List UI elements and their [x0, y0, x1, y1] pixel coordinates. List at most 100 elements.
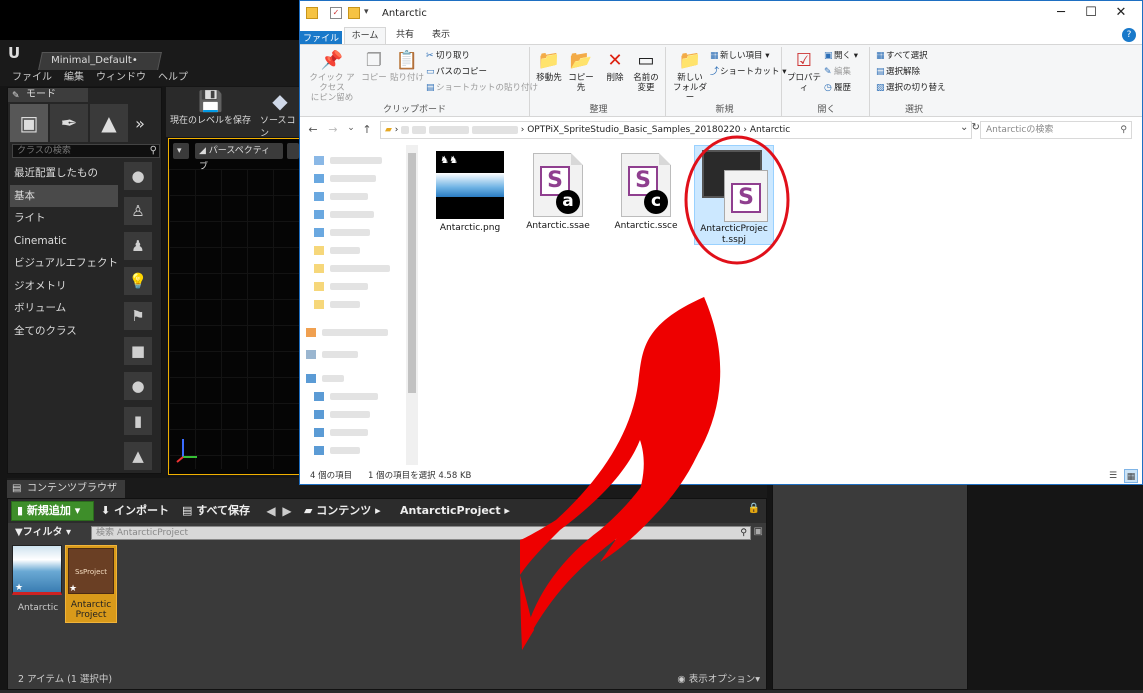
- maximize-icon[interactable]: ☐: [1076, 5, 1106, 20]
- new-folder-button[interactable]: 📁 新しい フォルダー: [672, 49, 708, 103]
- modes-tab[interactable]: ✎ モード: [8, 88, 88, 102]
- cone-icon[interactable]: ▲: [124, 442, 152, 470]
- tab-home[interactable]: ホーム: [344, 27, 386, 44]
- properties-quick-icon[interactable]: ✓: [330, 7, 342, 19]
- source-control-button[interactable]: ◆ ソースコン: [260, 89, 300, 139]
- delete-button[interactable]: ✕ 削除: [602, 49, 628, 83]
- easy-access-button[interactable]: ⤴ショートカット ▾: [710, 67, 786, 78]
- menu-edit[interactable]: 編集: [64, 70, 84, 86]
- recent-locations-chevron-icon[interactable]: ⌄: [344, 123, 358, 133]
- back-arrow-icon[interactable]: ◀: [264, 501, 278, 521]
- new-folder-quick-icon[interactable]: [348, 7, 360, 19]
- file-item-antarctic-ssae[interactable]: S a Antarctic.ssae: [518, 149, 598, 232]
- quick-access-dropdown-icon[interactable]: ▾: [364, 7, 374, 19]
- open-button[interactable]: ▣開く ▾: [824, 51, 858, 62]
- category-visual-effects[interactable]: ビジュアルエフェクト: [10, 252, 118, 275]
- address-dropdown-icon[interactable]: ⌄ ↻: [960, 122, 980, 133]
- character-icon[interactable]: ♙: [124, 197, 152, 225]
- view-mode-button[interactable]: [287, 143, 299, 159]
- nav-scrollbar-thumb[interactable]: [408, 153, 416, 393]
- properties-button[interactable]: ☑ プロパティ: [786, 49, 822, 93]
- more-modes-chevron-icon[interactable]: »: [130, 104, 150, 142]
- tab-share[interactable]: 共有: [388, 27, 422, 44]
- file-item-antarctic-project-sspj[interactable]: S AntarcticProject.sspj: [694, 145, 774, 245]
- rename-button[interactable]: ▭ 名前の 変更: [630, 49, 662, 93]
- group-label-new: 新規: [715, 105, 734, 115]
- pawn-icon[interactable]: ♟: [124, 232, 152, 260]
- edit-button[interactable]: ✎ 編集: [824, 67, 851, 78]
- class-search-input[interactable]: クラスの検索 ⚲: [12, 144, 160, 158]
- save-all-button[interactable]: ▤ すべて保存: [182, 501, 250, 521]
- add-new-button[interactable]: ▮ 新規追加 ▾: [11, 501, 94, 521]
- category-all-classes[interactable]: 全てのクラス: [10, 320, 118, 343]
- cut-button[interactable]: ✂ 切り取り: [426, 51, 470, 62]
- tab-view[interactable]: 表示: [424, 27, 458, 44]
- move-to-button[interactable]: 📁 移動先: [534, 49, 564, 83]
- pin-quick-access-button[interactable]: 📌 クイック アクセス にピン留め: [306, 49, 358, 103]
- up-arrow-icon[interactable]: ↑: [360, 123, 374, 136]
- cylinder-icon[interactable]: ▮: [124, 407, 152, 435]
- file-item-antarctic-png[interactable]: ♞♞ Antarctic.png: [430, 149, 510, 234]
- address-segment-samples[interactable]: OPTPiX_SpriteStudio_Basic_Samples_201802…: [527, 125, 740, 135]
- back-arrow-icon[interactable]: ←: [306, 123, 320, 136]
- select-none-button[interactable]: ▤選択解除: [876, 67, 920, 78]
- level-document-tab[interactable]: Minimal_Default•: [38, 52, 162, 70]
- point-light-icon[interactable]: 💡: [124, 267, 152, 295]
- file-item-antarctic-ssce[interactable]: S c Antarctic.ssce: [606, 149, 686, 232]
- category-geometry[interactable]: ジオメトリ: [10, 275, 118, 298]
- sphere-icon[interactable]: ●: [124, 372, 152, 400]
- forward-arrow-icon[interactable]: →: [326, 123, 340, 136]
- place-mode-icon[interactable]: ▣: [10, 104, 48, 142]
- category-recent[interactable]: 最近配置したもの: [10, 162, 118, 185]
- copy-to-button[interactable]: 📂 コピー先: [566, 49, 596, 93]
- nav-scrollbar[interactable]: [406, 145, 418, 465]
- asset-tile-antarctic-project[interactable]: SsProject ★ Antarctic Project: [65, 545, 117, 623]
- save-search-icon[interactable]: ▣: [754, 526, 763, 537]
- lock-icon[interactable]: 🔒: [748, 503, 760, 514]
- viewport-options-chevron-icon[interactable]: ▾: [173, 143, 189, 159]
- history-button[interactable]: ◷ 履歴: [824, 83, 851, 94]
- category-basic[interactable]: 基本: [10, 184, 118, 207]
- paste-shortcut-button[interactable]: ▤ショートカットの貼り付け: [426, 83, 538, 94]
- perspective-button[interactable]: ◢ パースペクティブ: [195, 143, 283, 172]
- breadcrumb-content[interactable]: ▰ コンテンツ ▸: [304, 501, 381, 521]
- explorer-search-input[interactable]: Antarcticの検索 ⚲: [980, 121, 1132, 139]
- player-start-icon[interactable]: ⚑: [124, 302, 152, 330]
- filters-button[interactable]: ▼フィルタ ▾: [11, 525, 89, 541]
- asset-tile-antarctic[interactable]: ★ Antarctic: [12, 545, 64, 623]
- large-icons-view-icon[interactable]: ▦: [1124, 469, 1138, 483]
- category-volumes[interactable]: ボリューム: [10, 297, 118, 320]
- save-current-level-button[interactable]: 💾 現在のレベルを保存: [170, 89, 251, 126]
- breadcrumb-antarctic-project[interactable]: AntarcticProject ▸: [400, 501, 510, 521]
- copy-path-button[interactable]: ▭パスのコピー: [426, 67, 487, 78]
- scissors-icon: ✂: [426, 51, 434, 61]
- level-viewport[interactable]: ▾ ◢ パースペクティブ: [168, 138, 300, 475]
- address-segment-antarctic[interactable]: Antarctic: [750, 125, 790, 135]
- close-icon[interactable]: ✕: [1106, 5, 1136, 20]
- content-browser-toolbar: ▮ 新規追加 ▾ ⬇ インポート ▤ すべて保存 ◀ ▶ ▰ コンテンツ ▸ A…: [8, 499, 766, 523]
- menu-help[interactable]: ヘルプ: [158, 70, 188, 86]
- landscape-mode-icon[interactable]: ▲: [90, 104, 128, 142]
- select-all-button[interactable]: ▦すべて選択: [876, 51, 928, 62]
- paint-mode-icon[interactable]: ✒: [50, 104, 88, 142]
- asset-search-input[interactable]: 検索 AntarcticProject ⚲: [91, 526, 751, 540]
- forward-arrow-icon[interactable]: ▶: [280, 501, 294, 521]
- details-view-icon[interactable]: ☰: [1106, 469, 1120, 483]
- new-item-button[interactable]: ▦新しい項目 ▾: [710, 51, 769, 62]
- empty-actor-sphere-icon[interactable]: ●: [124, 162, 152, 190]
- menu-file[interactable]: ファイル: [12, 70, 52, 86]
- copy-button[interactable]: ❐ コピー: [360, 49, 388, 83]
- address-input[interactable]: ▰ › › OPTPiX_SpriteStudio_Basic_Samples_…: [380, 121, 972, 139]
- import-button[interactable]: ⬇ インポート: [101, 501, 169, 521]
- menu-window[interactable]: ウィンドウ: [96, 70, 146, 86]
- minimize-icon[interactable]: ─: [1046, 5, 1076, 20]
- navigation-pane: [300, 145, 418, 465]
- view-options-button[interactable]: ◉ 表示オプション▾: [677, 671, 760, 685]
- paste-button[interactable]: 📋 貼り付け: [390, 49, 424, 83]
- invert-selection-button[interactable]: ▧選択の切り替え: [876, 83, 946, 94]
- help-icon[interactable]: ?: [1122, 28, 1136, 42]
- content-browser-tab[interactable]: ▤ コンテンツブラウザ: [7, 480, 125, 498]
- category-lights[interactable]: ライト: [10, 207, 118, 230]
- category-cinematic[interactable]: Cinematic: [10, 230, 118, 253]
- cube-icon[interactable]: ■: [124, 337, 152, 365]
